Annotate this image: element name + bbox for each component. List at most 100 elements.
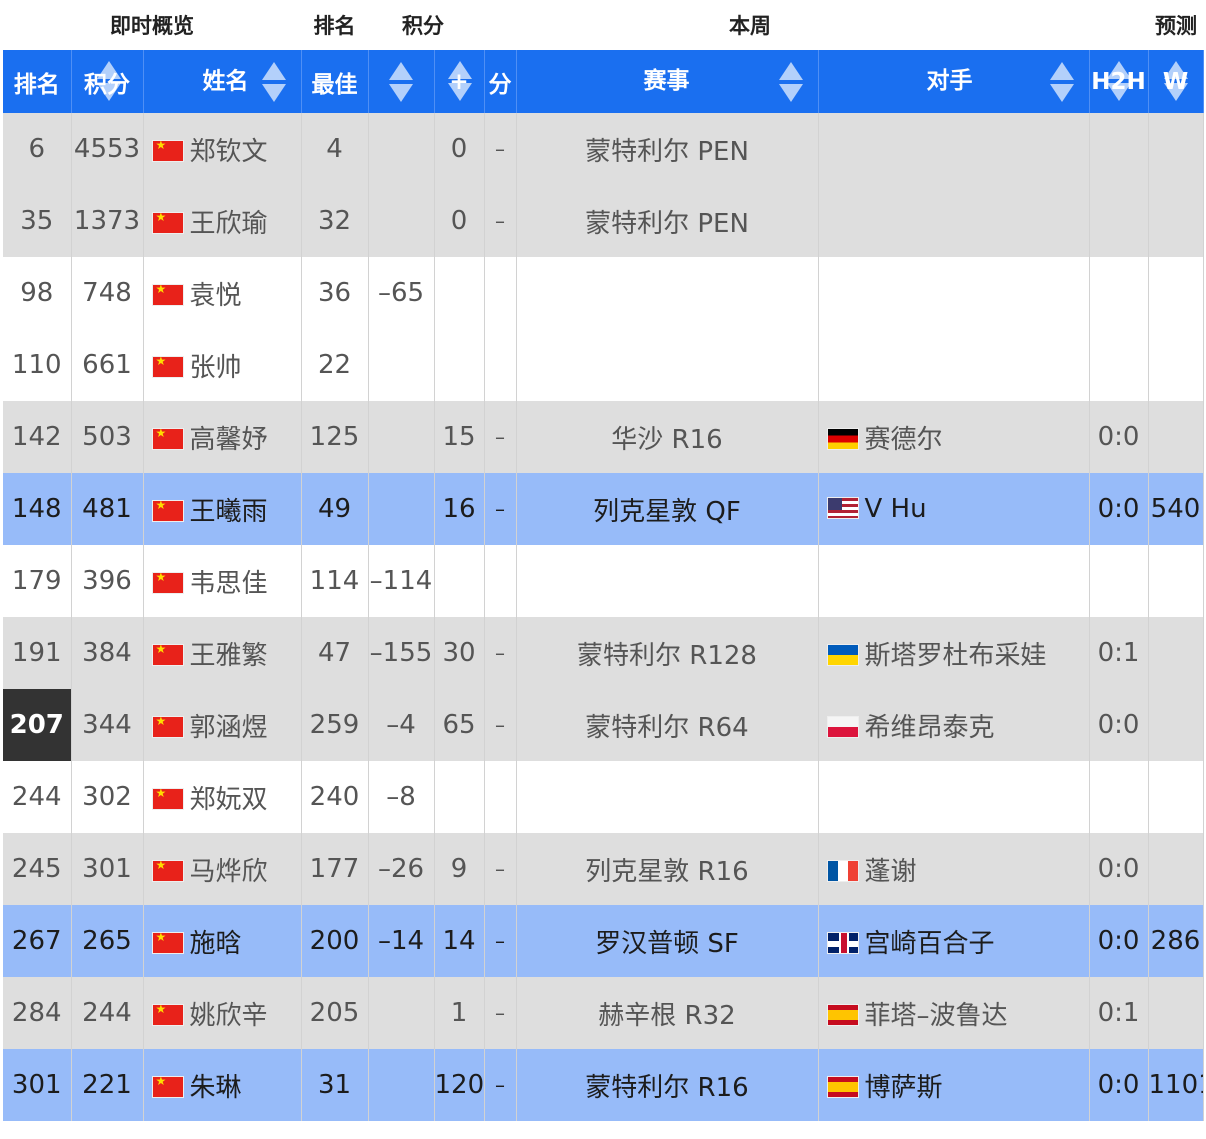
col-plus-label: +	[449, 68, 469, 95]
table-row[interactable]: 267265 施晗 200–1414–罗汉普顿 SF 宫崎百合子 0:0286	[3, 905, 1204, 977]
sort-icon[interactable]	[261, 60, 287, 104]
col-event[interactable]: 赛事	[516, 50, 819, 113]
flag-icon	[826, 859, 859, 882]
cell-dash: –	[484, 905, 517, 977]
opponent-name: 蓬谢	[864, 856, 917, 887]
col-fen[interactable]: 分	[484, 50, 517, 113]
cell-name: 韦思佳	[143, 545, 302, 617]
cell-event: 蒙特利尔 PEN	[516, 113, 819, 185]
cell-points: 384	[71, 617, 144, 689]
col-rank[interactable]: 排名	[3, 50, 72, 113]
player-name[interactable]: 郭涵煜	[190, 713, 268, 743]
group-predict: 预测	[1148, 0, 1203, 50]
cell-plus: 16	[434, 473, 485, 545]
cell-name: 姚欣辛	[143, 977, 302, 1049]
cell-event: 蒙特利尔 R16	[516, 1049, 819, 1121]
player-name[interactable]: 王雅繁	[190, 641, 268, 671]
cell-plus: 0	[434, 185, 485, 257]
player-name[interactable]: 袁悦	[190, 281, 242, 311]
cell-points: 4553	[71, 113, 144, 185]
cell-h2h: 0:0	[1089, 689, 1149, 761]
col-plus[interactable]: +	[434, 50, 485, 113]
flag-icon	[151, 211, 184, 234]
cell-rank: 98	[3, 257, 72, 329]
player-name[interactable]: 高馨妤	[190, 425, 268, 455]
cell-rank: 284	[3, 977, 72, 1049]
cell-best: 240	[301, 761, 369, 833]
table-row[interactable]: 64553 郑钦文 40–蒙特利尔 PEN	[3, 113, 1204, 185]
cell-best: 205	[301, 977, 369, 1049]
group-live: 即时概览	[3, 0, 301, 50]
rankings-page: 即时概览 排名 积分 本周 预测 排名 积分 姓名 最佳 + 分 赛事 对手 H…	[0, 0, 1206, 1139]
player-name[interactable]: 郑妧双	[190, 785, 268, 815]
player-name[interactable]: 施晗	[190, 929, 242, 959]
cell-rank: 191	[3, 617, 72, 689]
cell-w	[1148, 833, 1204, 905]
group-points: 积分	[368, 0, 484, 50]
sort-icon[interactable]	[1049, 60, 1075, 104]
table-row[interactable]: 110661 张帅 22	[3, 329, 1204, 401]
player-name[interactable]: 王欣瑜	[190, 209, 268, 239]
opponent-name: 博萨斯	[864, 1072, 943, 1103]
player-name[interactable]: 郑钦文	[190, 137, 268, 167]
table-row[interactable]: 148481 王曦雨 49 16–列克星敦 QF V Hu 0:0540	[3, 473, 1204, 545]
table-row[interactable]: 179396 韦思佳 114–114	[3, 545, 1204, 617]
col-best[interactable]: 最佳	[301, 50, 369, 113]
sort-icon[interactable]	[778, 60, 804, 104]
cell-best: 49	[301, 473, 369, 545]
col-points[interactable]: 积分	[71, 50, 144, 113]
player-name[interactable]: 王曦雨	[190, 497, 268, 527]
cell-plus: 0	[434, 113, 485, 185]
cell-points: 481	[71, 473, 144, 545]
table-row[interactable]: 284244 姚欣辛 205 1–赫辛根 R32 菲塔–波鲁达 0:1	[3, 977, 1204, 1049]
table-row[interactable]: 301221 朱琳 31 120–蒙特利尔 R16 博萨斯 0:01101	[3, 1049, 1204, 1121]
cell-rank: 301	[3, 1049, 72, 1121]
cell-plus: 15	[434, 401, 485, 473]
flag-icon	[151, 427, 184, 450]
flag-icon	[151, 787, 184, 810]
table-row[interactable]: 191384 王雅繁 47–15530–蒙特利尔 R128 斯塔罗杜布采娃 0:1	[3, 617, 1204, 689]
player-name[interactable]: 韦思佳	[190, 569, 268, 599]
cell-w: 286	[1148, 905, 1204, 977]
cell-best: 47	[301, 617, 369, 689]
cell-opponent	[818, 185, 1090, 257]
cell-best: 259	[301, 689, 369, 761]
cell-h2h	[1089, 761, 1149, 833]
table-row[interactable]: 98748 袁悦 36–65	[3, 257, 1204, 329]
cell-rank: 244	[3, 761, 72, 833]
cell-diff: –8	[368, 761, 435, 833]
col-points-label: 积分	[84, 71, 130, 98]
cell-event	[516, 329, 819, 401]
cell-rank: 179	[3, 545, 72, 617]
flag-icon	[151, 643, 184, 666]
col-name[interactable]: 姓名	[143, 50, 302, 113]
table-row[interactable]: 207344 郭涵煜 259–465–蒙特利尔 R64 希维昂泰克 0:0	[3, 689, 1204, 761]
cell-points: 265	[71, 905, 144, 977]
cell-w: 1101	[1148, 1049, 1204, 1121]
cell-best: 36	[301, 257, 369, 329]
col-w[interactable]: W	[1148, 50, 1204, 113]
flag-icon	[151, 859, 184, 882]
table-row[interactable]: 245301 马烨欣 177–269–列克星敦 R16 蓬谢 0:0	[3, 833, 1204, 905]
player-name[interactable]: 姚欣辛	[190, 1001, 268, 1031]
player-name[interactable]: 张帅	[190, 353, 242, 383]
col-opponent-label: 对手	[926, 68, 973, 94]
cell-plus: 1	[434, 977, 485, 1049]
player-name[interactable]: 马烨欣	[190, 857, 268, 887]
player-name[interactable]: 朱琳	[190, 1073, 242, 1103]
cell-points: 661	[71, 329, 144, 401]
col-h2h[interactable]: H2H	[1089, 50, 1149, 113]
cell-diff: –14	[368, 905, 435, 977]
col-opponent[interactable]: 对手	[818, 50, 1090, 113]
cell-dash: –	[484, 401, 517, 473]
sort-icon[interactable]	[388, 60, 414, 104]
col-diff[interactable]	[368, 50, 435, 113]
opponent-name: 宫崎百合子	[864, 928, 995, 959]
cell-h2h: 0:0	[1089, 473, 1149, 545]
table-row[interactable]: 244302 郑妧双 240–8	[3, 761, 1204, 833]
table-row[interactable]: 351373 王欣瑜 32 0–蒙特利尔 PEN	[3, 185, 1204, 257]
table-row[interactable]: 142503 高馨妤 125 15–华沙 R16 赛德尔 0:0	[3, 401, 1204, 473]
flag-icon	[826, 643, 859, 666]
opponent-name: V Hu	[864, 494, 927, 524]
cell-event	[516, 257, 819, 329]
